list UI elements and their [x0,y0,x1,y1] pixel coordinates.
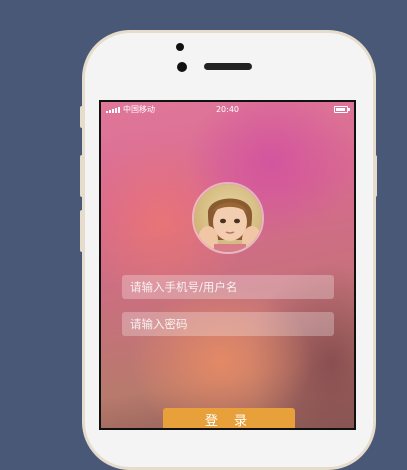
blurred-background [101,102,354,428]
battery-tip [348,108,350,111]
phone-speaker [204,63,252,70]
status-bar: 中国移动 20:40 [101,102,354,118]
password-input[interactable]: 请输入密码 [122,312,334,336]
phone-sensor [176,43,184,51]
front-camera [177,62,187,72]
phone-screen: 中国移动 20:40 请输入手机号/用户名 请输入密码 登 录 [99,100,356,430]
user-avatar[interactable] [192,182,264,254]
login-button[interactable]: 登 录 [163,408,295,428]
battery-icon [334,106,348,113]
status-time: 20:40 [215,105,240,114]
username-input[interactable]: 请输入手机号/用户名 [122,275,334,299]
